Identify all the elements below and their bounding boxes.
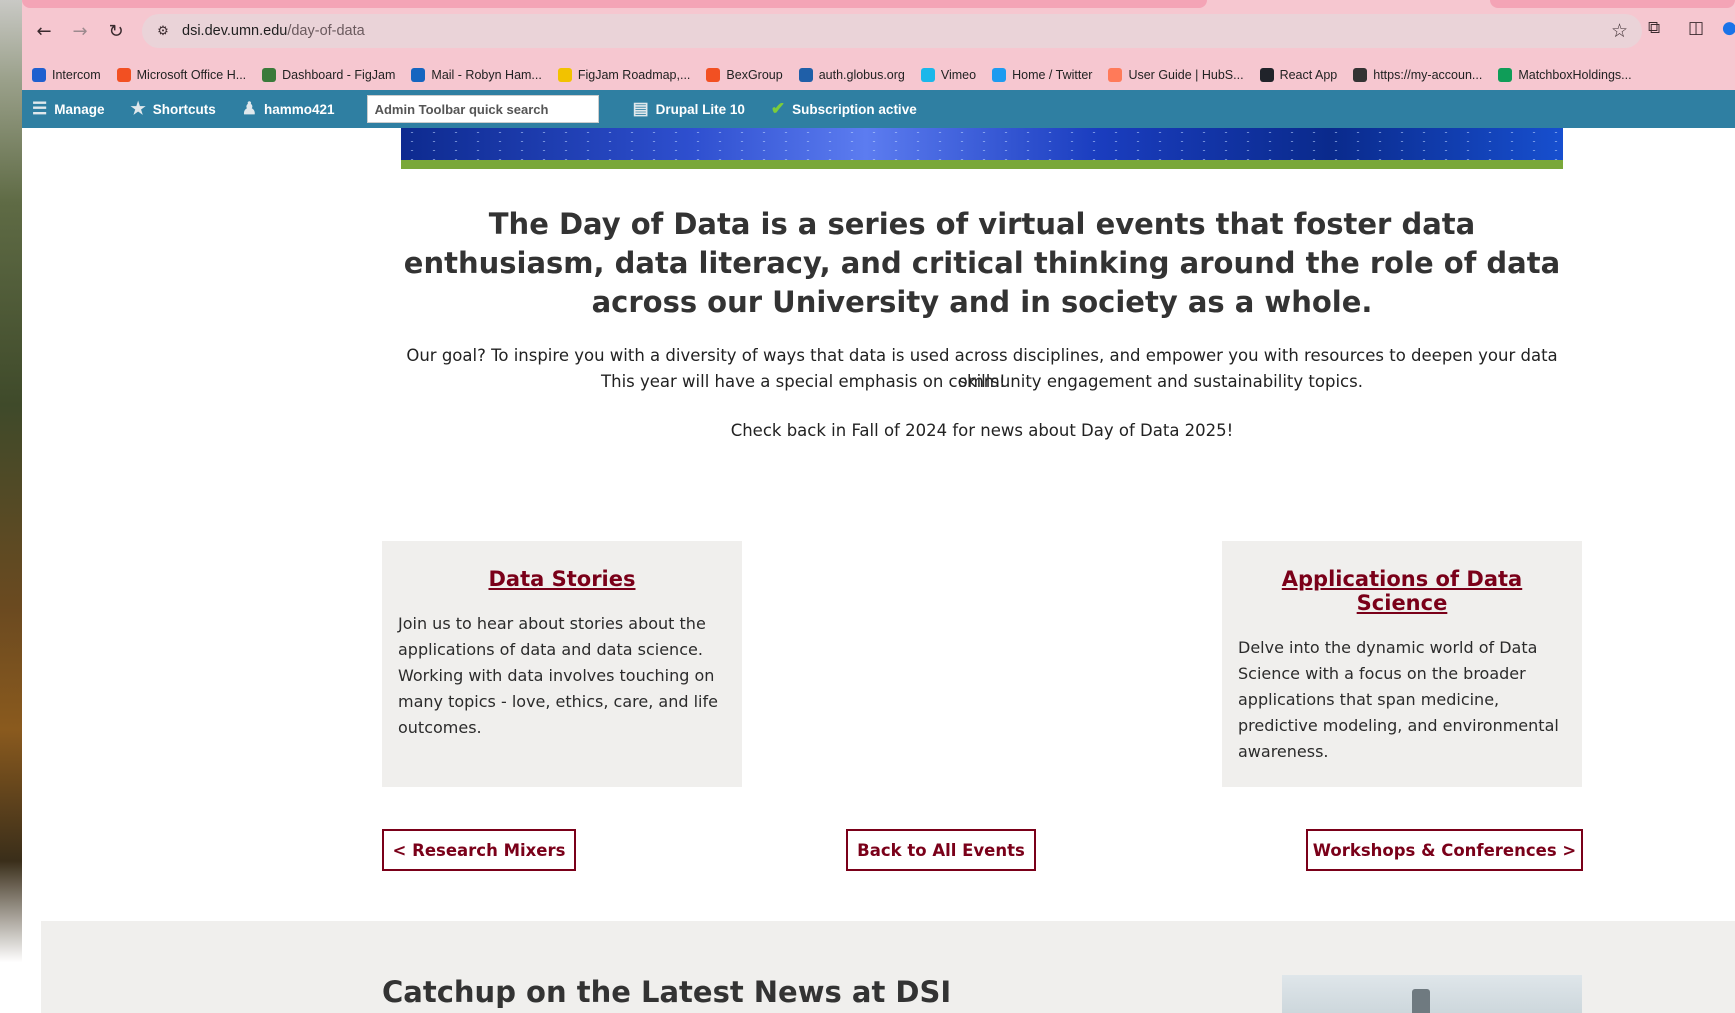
vimeo-icon — [920, 68, 935, 82]
react-icon — [1259, 68, 1274, 82]
hubspot-icon — [1108, 68, 1123, 82]
back-arrow-icon[interactable]: ← — [32, 19, 56, 43]
card-body: Delve into the dynamic world of Data Sci… — [1238, 638, 1559, 761]
outlook-icon — [411, 68, 426, 82]
hamburger-menu-icon: ☰ — [32, 99, 48, 118]
admin-toolbar: ☰ Manage ★ Shortcuts ♟ hammo421 Admin To… — [22, 90, 1735, 128]
reload-icon[interactable]: ↻ — [104, 19, 128, 43]
bookmark-label: Intercom — [52, 68, 101, 82]
bookmark-item[interactable]: React App — [1259, 68, 1338, 82]
extensions-icon[interactable]: ⧉ — [1648, 18, 1660, 38]
next-workshops-conferences-button[interactable]: Workshops & Conferences > — [1306, 829, 1583, 871]
bookmark-label: BexGroup — [726, 68, 783, 82]
user-icon: ♟ — [241, 99, 258, 118]
intro-heading: The Day of Data is a series of virtual e… — [403, 207, 1561, 319]
bookmark-item[interactable]: auth.globus.org — [798, 68, 905, 82]
card-title-link[interactable]: Data Stories — [398, 567, 726, 591]
toolbar-subscription-label: Subscription active — [792, 101, 917, 117]
bookmark-star-icon[interactable]: ☆ — [1611, 20, 1628, 42]
bookmark-item[interactable]: BexGroup — [706, 68, 783, 82]
admin-toolbar-search-input[interactable]: Admin Toolbar quick search — [366, 95, 599, 123]
card-data-stories: Data Stories Join us to hear about stori… — [382, 541, 742, 787]
globe-icon — [1353, 68, 1368, 82]
intercom-icon — [32, 68, 46, 82]
bookmark-item[interactable]: Home / Twitter — [992, 68, 1092, 82]
checkmark-icon: ✔ — [770, 99, 786, 118]
hero-accent-bar — [401, 160, 1563, 169]
url-path: /day-of-data — [287, 23, 365, 39]
card-applications-data-science: Applications of Data Science Delve into … — [1222, 541, 1582, 787]
bookmark-label: React App — [1279, 68, 1338, 82]
star-icon: ★ — [130, 99, 146, 118]
twitter-icon — [992, 68, 1007, 82]
toolbar-shortcuts-label: Shortcuts — [152, 101, 216, 117]
check-back-text: Check back in Fall of 2024 for news abou… — [730, 421, 1234, 440]
bookmark-label: https://my-accoun... — [1373, 68, 1483, 82]
bookmark-item[interactable]: Mail - Robyn Ham... — [411, 68, 542, 82]
desktop-background — [0, 0, 22, 1013]
bookmark-item[interactable]: User Guide | HubS... — [1108, 68, 1244, 82]
toolbar-user[interactable]: ♟ hammo421 — [242, 99, 335, 119]
bookmark-item[interactable]: Vimeo — [920, 68, 977, 82]
bookmark-label: Home / Twitter — [1012, 68, 1093, 82]
browser-window: ← → ↻ ⚙ dsi.dev.umn.edu/day-of-data ☆ ⧉ … — [22, 0, 1735, 1013]
bookmark-label: Vimeo — [940, 68, 977, 82]
toolbar-manage-label: Manage — [54, 101, 105, 117]
news-heading: Catchup on the Latest News at DSI — [382, 975, 952, 1009]
card-title-link[interactable]: Applications of Data Science — [1238, 567, 1566, 615]
figjam-icon — [262, 68, 277, 82]
card-body: Join us to hear about stories about the … — [398, 614, 718, 737]
active-tab[interactable] — [22, 0, 1207, 8]
sheets-icon — [1498, 68, 1513, 82]
toolbar-shortcuts[interactable]: ★ Shortcuts — [131, 99, 216, 119]
toolbar-site[interactable]: ▤ Drupal Lite 10 — [633, 99, 745, 119]
side-panel-icon[interactable]: ◫ — [1688, 18, 1704, 38]
browser-toolbar: ← → ↻ ⚙ dsi.dev.umn.edu/day-of-data ☆ ⧉ … — [22, 0, 1735, 60]
bookmark-label: MatchboxHoldings... — [1518, 68, 1632, 82]
globus-icon — [798, 68, 813, 82]
bookmark-label: auth.globus.org — [818, 68, 905, 82]
bookmark-label: FigJam Roadmap,... — [577, 68, 691, 82]
server-icon: ▤ — [632, 99, 649, 118]
address-bar[interactable]: ⚙ dsi.dev.umn.edu/day-of-data ☆ — [142, 14, 1642, 48]
microsoft-icon — [116, 68, 131, 82]
toolbar-site-label: Drupal Lite 10 — [655, 101, 745, 117]
bookmark-label: Mail - Robyn Ham... — [431, 68, 542, 82]
toolbar-subscription[interactable]: ✔ Subscription active — [771, 99, 917, 119]
toolbar-user-label: hammo421 — [264, 101, 335, 117]
bookmark-item[interactable]: Dashboard - FigJam — [262, 68, 395, 82]
bookmark-item[interactable]: https://my-accoun... — [1353, 68, 1482, 82]
bookmark-item[interactable]: MatchboxHoldings... — [1498, 68, 1632, 82]
bookmark-label: User Guide | HubS... — [1128, 68, 1244, 82]
hero-banner-image — [401, 128, 1563, 160]
back-to-all-events-button[interactable]: Back to All Events — [846, 829, 1036, 871]
bookmark-item[interactable]: Microsoft Office H... — [116, 68, 247, 82]
forward-arrow-icon[interactable]: → — [68, 19, 92, 43]
url-host: dsi.dev.umn.edu — [182, 23, 288, 39]
profile-avatar-icon[interactable]: ● — [1722, 18, 1735, 38]
inactive-tab[interactable] — [1490, 0, 1735, 8]
miro-icon — [557, 68, 572, 82]
bookmark-label: Microsoft Office H... — [136, 68, 247, 82]
bookmark-item[interactable]: FigJam Roadmap,... — [557, 68, 691, 82]
microsoft-icon — [706, 68, 721, 82]
news-image — [1282, 975, 1582, 1013]
goal-line-2: This year will have a special emphasis o… — [601, 372, 1363, 391]
bookmark-label: Dashboard - FigJam — [282, 68, 396, 82]
site-settings-icon[interactable]: ⚙ — [154, 22, 172, 40]
bookmarks-bar: Intercom Microsoft Office H... Dashboard -… — [22, 60, 1735, 90]
prev-research-mixers-button[interactable]: < Research Mixers — [382, 829, 576, 871]
bookmark-item[interactable]: Intercom — [32, 68, 101, 82]
toolbar-manage[interactable]: ☰ Manage — [32, 99, 105, 119]
